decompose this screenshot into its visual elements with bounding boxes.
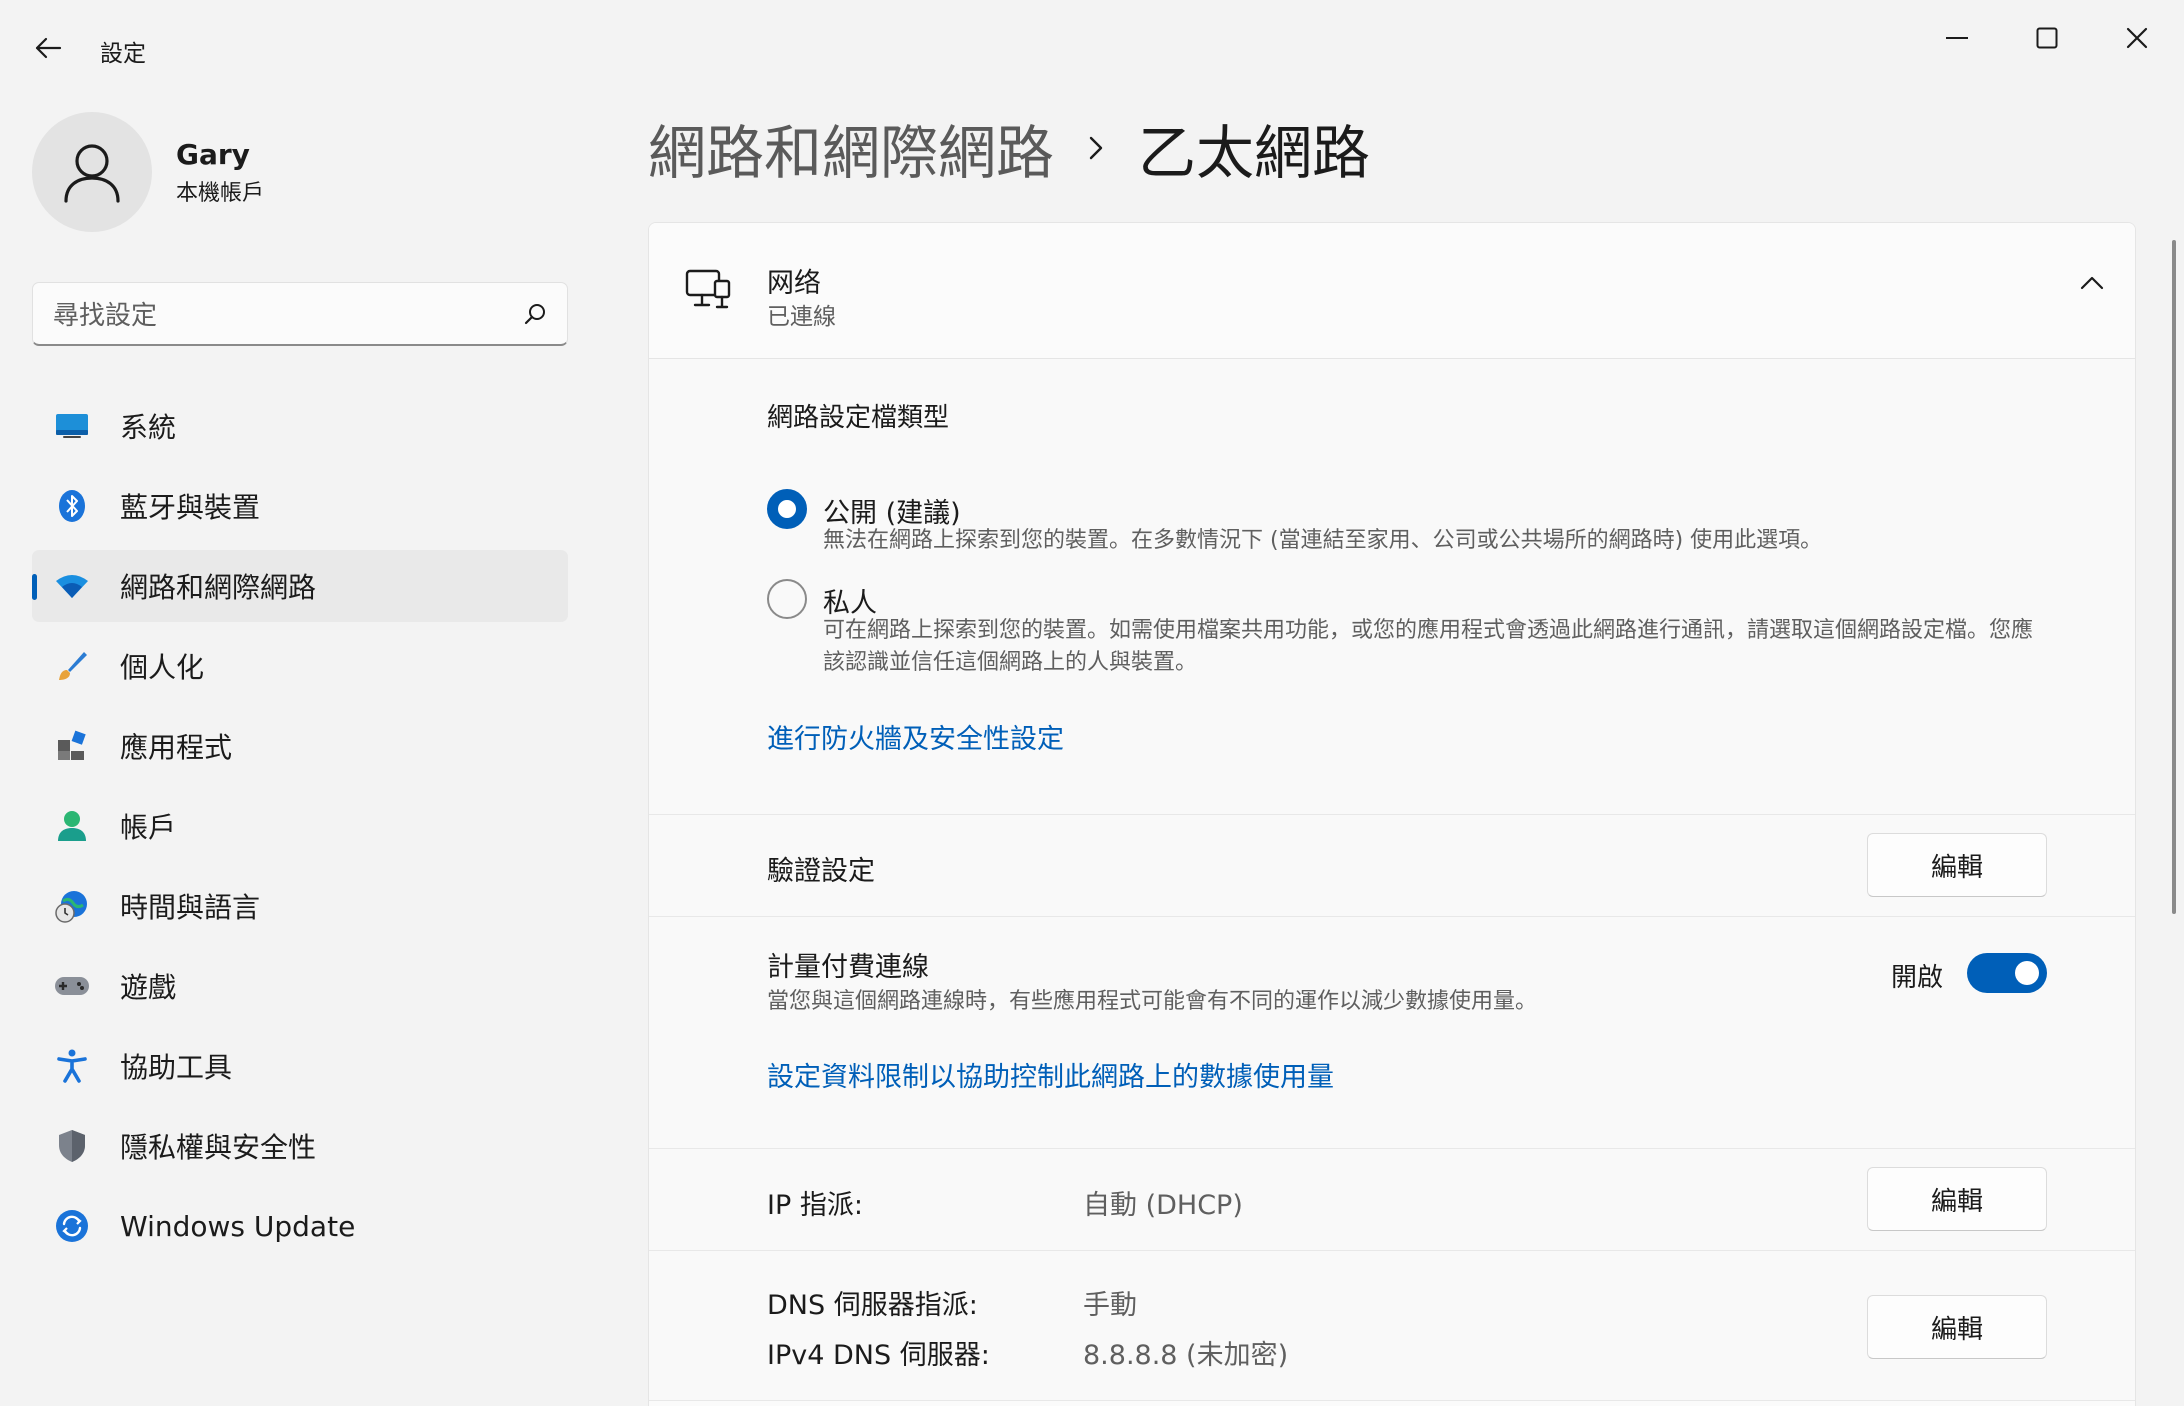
- profile-account-type: 本機帳戶: [176, 180, 265, 206]
- ip-assignment-label: IP 指派:: [767, 1190, 863, 1221]
- auth-edit-button[interactable]: 編輯: [1867, 833, 2047, 897]
- metered-toggle[interactable]: [1967, 953, 2047, 993]
- sidebar-item-gaming[interactable]: 遊戲: [32, 950, 568, 1022]
- gamepad-icon: [54, 968, 90, 1004]
- chevron-up-icon[interactable]: [2079, 275, 2105, 291]
- page-title: 乙太網路: [1138, 119, 1371, 187]
- back-arrow-icon: [35, 37, 62, 59]
- option-private-description: 可在網路上探索到您的裝置。如需使用檔案共用功能，或您的應用程式會透過此網路進行通…: [823, 618, 2034, 675]
- breadcrumb-parent[interactable]: 網路和網際網路: [648, 106, 1054, 190]
- profile-type-title: 網路設定檔類型: [767, 403, 950, 433]
- metered-state-label: 開啟: [1890, 963, 1943, 993]
- sidebar-item-accessibility[interactable]: 協助工具: [32, 1030, 568, 1102]
- sidebar-item-accounts[interactable]: 帳戶: [32, 790, 568, 862]
- brush-icon: [54, 648, 90, 684]
- sidebar-item-windows-update[interactable]: Windows Update: [32, 1190, 568, 1262]
- avatar: [32, 112, 152, 232]
- dns-assignment-value: 手動: [1083, 1290, 1137, 1321]
- user-profile[interactable]: Gary 本機帳戶: [32, 112, 264, 232]
- user-silhouette-icon: [64, 144, 120, 203]
- apps-icon: [54, 728, 90, 764]
- metered-description: 當您與這個網路連線時，有些應用程式可能會有不同的運作以減少數據使用量。: [767, 989, 1538, 1014]
- chevron-right-icon: [1088, 135, 1104, 161]
- person-icon: [54, 808, 90, 844]
- ip-assignment-value: 自動 (DHCP): [1083, 1190, 1243, 1221]
- sidebar-item-label: 遊戲: [120, 971, 177, 1004]
- ip-edit-button[interactable]: 編輯: [1867, 1167, 2047, 1231]
- data-limit-link[interactable]: 設定資料限制以協助控制此網路上的數據使用量: [767, 1055, 1334, 1094]
- bluetooth-icon: [54, 488, 90, 524]
- shield-icon: [54, 1128, 90, 1164]
- sidebar-item-label: 網路和網際網路: [120, 571, 317, 604]
- radio-private[interactable]: [767, 579, 807, 619]
- firewall-settings-link[interactable]: 進行防火牆及安全性設定: [767, 717, 1064, 756]
- auth-settings-label: 驗證設定: [767, 856, 875, 887]
- search-input[interactable]: 尋找設定: [53, 295, 523, 332]
- sidebar-nav: 系統 藍牙與裝置 網路和網際網路 個人化 應用程式 帳戶 時間與語言 遊戲 協助…: [32, 390, 568, 1270]
- breadcrumb: 網路和網際網路 乙太網路: [648, 108, 1370, 188]
- maximize-button[interactable]: [2002, 10, 2092, 66]
- network-name: 网络: [767, 268, 821, 299]
- sidebar-item-bluetooth[interactable]: 藍牙與裝置: [32, 470, 568, 542]
- app-title: 設定: [100, 41, 146, 67]
- sidebar-item-label: 時間與語言: [120, 891, 261, 924]
- globe-clock-icon: [54, 888, 90, 924]
- sidebar-item-label: 隱私權與安全性: [120, 1131, 317, 1164]
- minimize-button[interactable]: [1912, 10, 2002, 66]
- radio-public[interactable]: [767, 489, 807, 529]
- metered-connection-section: 計量付費連線 當您與這個網路連線時，有些應用程式可能會有不同的運作以減少數據使用…: [649, 917, 2135, 1149]
- title-bar: 設定: [0, 0, 2184, 92]
- sidebar-item-label: Windows Update: [120, 1209, 356, 1243]
- toggle-knob: [2015, 961, 2039, 985]
- back-button[interactable]: [24, 24, 72, 72]
- sidebar-item-label: 藍牙與裝置: [120, 491, 261, 524]
- search-icon[interactable]: [523, 302, 547, 326]
- option-public-description: 無法在網路上探索到您的裝置。在多數情況下 (當連結至家用、公司或公共場所的網路時…: [823, 528, 1823, 553]
- scrollbar[interactable]: [2172, 240, 2176, 914]
- network-profile-section: 網路設定檔類型 公開 (建議) 無法在網路上探索到您的裝置。在多數情況下 (當連…: [649, 359, 2135, 815]
- update-icon: [54, 1208, 90, 1244]
- sidebar-item-label: 協助工具: [120, 1051, 233, 1084]
- close-button[interactable]: [2092, 10, 2182, 66]
- dns-edit-button[interactable]: 編輯: [1867, 1295, 2047, 1359]
- metered-label: 計量付費連線: [767, 952, 929, 983]
- maximize-icon: [2036, 27, 2058, 49]
- search-box[interactable]: 尋找設定: [32, 282, 568, 346]
- network-status: 已連線: [767, 304, 836, 330]
- sidebar-item-network[interactable]: 網路和網際網路: [32, 550, 568, 622]
- minimize-icon: [1946, 37, 1968, 39]
- sidebar-item-privacy[interactable]: 隱私權與安全性: [32, 1110, 568, 1182]
- sidebar-item-label: 個人化: [120, 651, 205, 684]
- accessibility-icon: [54, 1048, 90, 1084]
- sidebar-item-label: 系統: [120, 411, 177, 444]
- sidebar-item-system[interactable]: 系統: [32, 390, 568, 462]
- monitor-icon: [54, 408, 90, 444]
- ethernet-icon: [685, 269, 731, 309]
- dns-assignment-row: DNS 伺服器指派: 手動 IPv4 DNS 伺服器: 8.8.8.8 (未加密…: [649, 1251, 2135, 1401]
- auth-settings-row: 驗證設定 編輯: [649, 815, 2135, 917]
- ethernet-card: 网络 已連線 網路設定檔類型 公開 (建議) 無法在網路上探索到您的裝置。在多數…: [648, 222, 2136, 1406]
- sidebar-item-time-language[interactable]: 時間與語言: [32, 870, 568, 942]
- sidebar-item-personalization[interactable]: 個人化: [32, 630, 568, 702]
- close-icon: [2126, 27, 2148, 49]
- sidebar-item-label: 應用程式: [120, 731, 233, 764]
- dns-assignment-label: DNS 伺服器指派:: [767, 1290, 978, 1321]
- profile-name: Gary: [176, 137, 250, 171]
- ipv4-dns-label: IPv4 DNS 伺服器:: [767, 1340, 990, 1371]
- wifi-icon: [54, 568, 90, 604]
- sidebar-item-label: 帳戶: [120, 811, 177, 844]
- network-header[interactable]: 网络 已連線: [649, 223, 2135, 359]
- ipv4-dns-value: 8.8.8.8 (未加密): [1083, 1340, 1289, 1371]
- ip-assignment-row: IP 指派: 自動 (DHCP) 編輯: [649, 1149, 2135, 1251]
- sidebar-item-apps[interactable]: 應用程式: [32, 710, 568, 782]
